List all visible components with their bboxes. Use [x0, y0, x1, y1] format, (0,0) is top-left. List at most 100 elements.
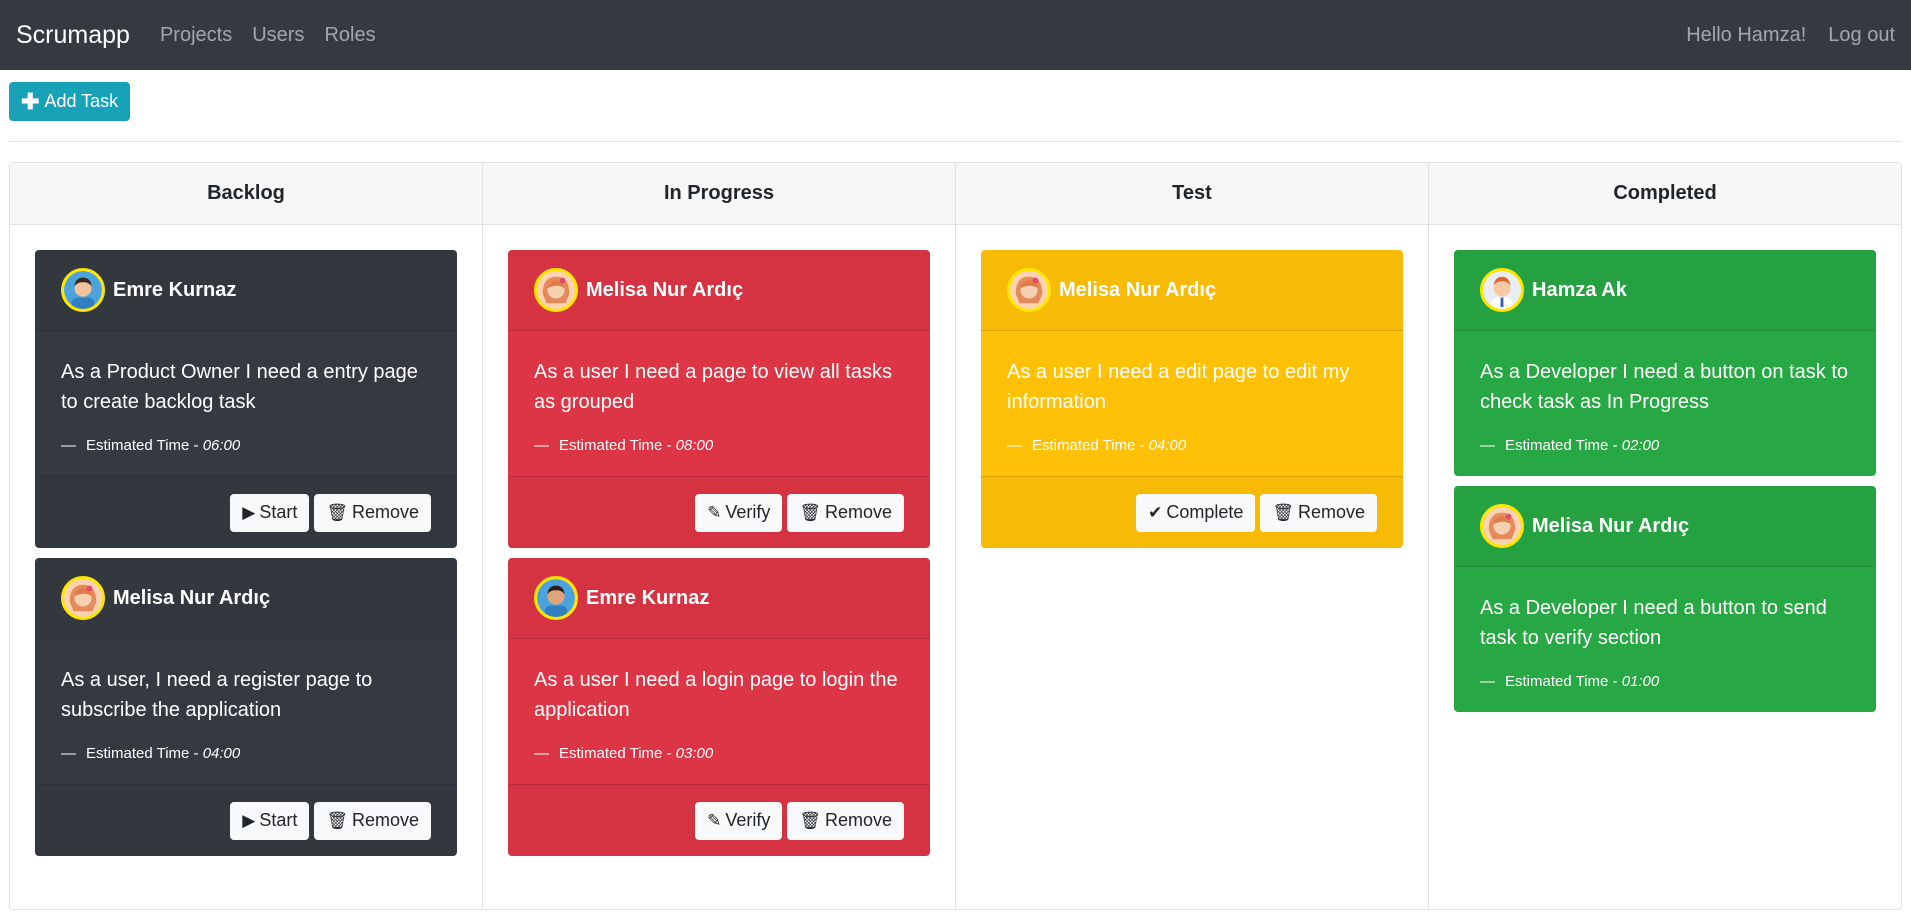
navbar: Scrumapp Projects Users Roles Hello Hamz…: [0, 0, 1911, 70]
start-button[interactable]: ▶ Start: [230, 801, 310, 840]
remove-label: Remove: [351, 810, 419, 830]
avatar: [61, 268, 105, 312]
column-body: Emre Kurnaz As a Product Owner I need a …: [10, 225, 482, 866]
column-in-progress: In Progress Melisa Nur Ardıç As a user I…: [483, 163, 956, 909]
column-header: In Progress: [483, 163, 955, 225]
verify-button[interactable]: ✎ Verify: [695, 493, 783, 532]
card-footer: ▶ Start 🗑 Remove: [35, 784, 457, 856]
task-description: As a user I need a edit page to edit my …: [1007, 361, 1350, 413]
pencil-icon: ✎: [707, 503, 722, 522]
card-header: Melisa Nur Ardıç: [1454, 486, 1876, 567]
card-footer: ▶ Start 🗑 Remove: [35, 476, 457, 548]
avatar: [61, 576, 105, 620]
task-card: Melisa Nur Ardıç As a user, I need a reg…: [35, 558, 457, 856]
remove-button[interactable]: 🗑 Remove: [314, 801, 431, 840]
task-card: Melisa Nur Ardıç As a Developer I need a…: [1454, 486, 1876, 712]
nav-link-projects[interactable]: Projects: [160, 24, 232, 47]
task-description: As a user I need a login page to login t…: [534, 669, 898, 721]
verify-button[interactable]: ✎ Verify: [695, 801, 783, 840]
remove-label: Remove: [824, 502, 892, 522]
column-test: Test Melisa Nur Ardıç As a user I need a…: [956, 163, 1429, 909]
complete-label: Complete: [1166, 502, 1244, 522]
play-icon: ▶: [242, 811, 256, 830]
divider: [9, 141, 1902, 142]
start-label: Start: [259, 810, 298, 830]
card-header: Hamza Ak: [1454, 250, 1876, 331]
remove-button[interactable]: 🗑 Remove: [787, 493, 904, 532]
estimated-time-label: Estimated Time -: [559, 437, 676, 454]
estimated-time: — Estimated Time - 04:00: [1007, 437, 1187, 454]
trash-icon: 🗑: [326, 811, 348, 830]
column-body: Hamza Ak As a Developer I need a button …: [1429, 225, 1901, 722]
check-icon: ✔: [1148, 503, 1163, 522]
estimated-time: — Estimated Time - 06:00: [61, 437, 241, 454]
pencil-icon: ✎: [707, 811, 722, 830]
estimated-time-value: 01:00: [1621, 673, 1660, 690]
task-card: Melisa Nur Ardıç As a user I need a edit…: [981, 250, 1403, 548]
trash-icon: 🗑: [799, 811, 821, 830]
remove-button[interactable]: 🗑 Remove: [314, 493, 431, 532]
card-footer: ✎ Verify 🗑 Remove: [508, 476, 930, 548]
card-body: As a user I need a page to view all task…: [508, 331, 930, 476]
assignee-name: Hamza Ak: [1532, 278, 1627, 301]
estimated-time-label: Estimated Time -: [86, 745, 203, 762]
trash-icon: 🗑: [1272, 503, 1294, 522]
avatar: [534, 268, 578, 312]
task-description: As a Developer I need a button to send t…: [1480, 597, 1827, 649]
nav-link-users[interactable]: Users: [252, 24, 304, 47]
toolbar: ✚ Add Task: [0, 70, 1911, 121]
brand-logo[interactable]: Scrumapp: [16, 21, 130, 50]
avatar: [1007, 268, 1051, 312]
estimated-time: — Estimated Time - 01:00: [1480, 673, 1660, 690]
greeting-link[interactable]: Hello Hamza!: [1686, 24, 1806, 47]
add-task-button[interactable]: ✚ Add Task: [9, 82, 131, 121]
card-header: Emre Kurnaz: [508, 558, 930, 639]
estimated-time-label: Estimated Time -: [86, 437, 203, 454]
start-label: Start: [259, 502, 298, 522]
estimated-time: — Estimated Time - 03:00: [534, 745, 714, 762]
card-header: Melisa Nur Ardıç: [35, 558, 457, 639]
avatar: [534, 576, 578, 620]
card-header: Melisa Nur Ardıç: [508, 250, 930, 331]
remove-label: Remove: [1297, 502, 1365, 522]
assignee-name: Melisa Nur Ardıç: [1059, 278, 1217, 301]
avatar: [1480, 268, 1524, 312]
card-footer: ✔ Complete 🗑 Remove: [981, 476, 1403, 548]
estimated-time: — Estimated Time - 02:00: [1480, 437, 1660, 454]
task-card: Emre Kurnaz As a Product Owner I need a …: [35, 250, 457, 548]
complete-button[interactable]: ✔ Complete: [1136, 493, 1256, 532]
card-body: As a Developer I need a button on task t…: [1454, 331, 1876, 476]
task-card: Melisa Nur Ardıç As a user I need a page…: [508, 250, 930, 548]
estimated-time-label: Estimated Time -: [1505, 437, 1622, 454]
assignee-name: Melisa Nur Ardıç: [1532, 514, 1690, 537]
avatar: [1480, 504, 1524, 548]
card-body: As a Product Owner I need a entry page t…: [35, 331, 457, 476]
card-header: Melisa Nur Ardıç: [981, 250, 1403, 331]
verify-label: Verify: [725, 502, 771, 522]
remove-label: Remove: [824, 810, 892, 830]
estimated-time: — Estimated Time - 08:00: [534, 437, 714, 454]
estimated-time-label: Estimated Time -: [559, 745, 676, 762]
estimated-time-value: 02:00: [1621, 437, 1660, 454]
card-body: As a Developer I need a button to send t…: [1454, 567, 1876, 712]
task-description: As a user, I need a register page to sub…: [61, 669, 373, 721]
card-header: Emre Kurnaz: [35, 250, 457, 331]
column-body: Melisa Nur Ardıç As a user I need a page…: [483, 225, 955, 866]
remove-label: Remove: [351, 502, 419, 522]
remove-button[interactable]: 🗑 Remove: [1260, 493, 1377, 532]
plus-icon: ✚: [21, 88, 40, 114]
logout-link[interactable]: Log out: [1828, 24, 1895, 47]
start-button[interactable]: ▶ Start: [230, 493, 310, 532]
task-description: As a user I need a page to view all task…: [534, 361, 892, 413]
nav-link-roles[interactable]: Roles: [324, 24, 375, 47]
assignee-name: Melisa Nur Ardıç: [586, 278, 744, 301]
estimated-time-value: 04:00: [202, 745, 241, 762]
column-header: Completed: [1429, 163, 1901, 225]
task-description: As a Developer I need a button on task t…: [1480, 361, 1849, 413]
remove-button[interactable]: 🗑 Remove: [787, 801, 904, 840]
column-completed: Completed Hamza Ak As a Developer I need…: [1429, 163, 1901, 909]
column-header: Backlog: [10, 163, 482, 225]
task-card: Hamza Ak As a Developer I need a button …: [1454, 250, 1876, 476]
card-body: As a user I need a edit page to edit my …: [981, 331, 1403, 476]
add-task-label: Add Task: [44, 91, 119, 111]
